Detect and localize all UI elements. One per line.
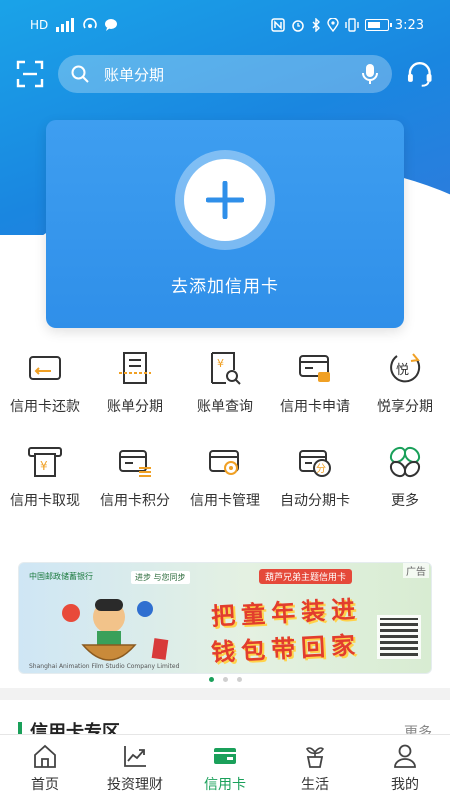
status-bar: HD 3:23 bbox=[0, 0, 450, 50]
4g-signal-icon bbox=[56, 18, 75, 32]
service-label: 信用卡还款 bbox=[10, 399, 80, 415]
service-card-apply[interactable]: 信用卡申请 bbox=[270, 350, 360, 416]
service-auto-installment[interactable]: 分 自动分期卡 bbox=[270, 444, 360, 510]
service-grid: 信用卡还款 账单分期 ¥ 账单查询 信用卡申请 悦 悦享分期 ¥ 信用卡取现 信… bbox=[0, 350, 450, 510]
status-time: 3:23 bbox=[394, 17, 424, 33]
pagination-dot[interactable] bbox=[208, 677, 214, 682]
tab-label: 我的 bbox=[391, 777, 419, 793]
promo-banner[interactable]: 广告 中国邮政储蓄银行 进步 与您同步 葫芦兄弟主题信用卡 把童年装进 钱包带回… bbox=[18, 562, 432, 674]
search-row: 账单分期 bbox=[0, 52, 450, 96]
qr-code bbox=[377, 615, 421, 659]
search-input[interactable]: 账单分期 bbox=[58, 55, 393, 93]
service-label: 信用卡取现 bbox=[10, 493, 80, 509]
auto-badge-text: 分 bbox=[316, 463, 326, 475]
service-more[interactable]: 更多 bbox=[360, 444, 450, 510]
tab-label: 首页 bbox=[31, 777, 59, 793]
service-label: 信用卡管理 bbox=[190, 493, 260, 509]
add-card-ring bbox=[175, 150, 275, 250]
card-manage-icon bbox=[209, 450, 239, 475]
yue-installment-icon: 悦 bbox=[390, 353, 421, 383]
vibrate-icon bbox=[345, 18, 359, 32]
tab-label: 投资理财 bbox=[107, 777, 163, 793]
tab-credit-card[interactable]: 信用卡 bbox=[180, 735, 270, 800]
section-divider bbox=[0, 688, 450, 700]
svg-text:¥: ¥ bbox=[40, 459, 48, 473]
service-card-points[interactable]: 信用卡积分 bbox=[90, 444, 180, 510]
service-yue-installment[interactable]: 悦 悦享分期 bbox=[360, 350, 450, 416]
service-cash-withdraw[interactable]: ¥ 信用卡取现 bbox=[0, 444, 90, 510]
service-label: 悦享分期 bbox=[377, 399, 433, 415]
service-bill-installment[interactable]: 账单分期 bbox=[90, 350, 180, 416]
bluetooth-icon bbox=[312, 18, 320, 32]
tab-label: 生活 bbox=[301, 777, 329, 793]
bill-query-icon: ¥ bbox=[211, 352, 241, 385]
pagination-dot[interactable] bbox=[222, 677, 228, 682]
card-repay-icon bbox=[29, 356, 61, 380]
service-card-manage[interactable]: 信用卡管理 bbox=[180, 444, 270, 510]
message-icon bbox=[105, 19, 118, 31]
svg-text:¥: ¥ bbox=[217, 357, 224, 370]
scan-icon[interactable] bbox=[16, 60, 44, 88]
more-grid-icon bbox=[389, 446, 421, 478]
alarm-icon bbox=[292, 20, 304, 32]
service-label: 信用卡申请 bbox=[280, 399, 350, 415]
hotspot-icon bbox=[83, 18, 98, 29]
battery-icon bbox=[364, 19, 392, 31]
add-card-panel[interactable]: 去添加信用卡 bbox=[46, 120, 404, 328]
auto-installment-icon: 分 bbox=[299, 450, 331, 477]
service-bill-query[interactable]: ¥ 账单查询 bbox=[180, 350, 270, 416]
search-icon bbox=[71, 65, 89, 83]
service-label: 更多 bbox=[391, 493, 419, 509]
plus-icon bbox=[206, 181, 244, 219]
bank-name: 中国邮政储蓄银行 bbox=[29, 572, 93, 581]
pagination-dot[interactable] bbox=[236, 677, 242, 682]
add-card-button[interactable] bbox=[184, 159, 266, 241]
section-accent-bar bbox=[18, 722, 22, 734]
section-title: 信用卡专区 bbox=[30, 722, 120, 734]
credit-card-section-header: 信用卡专区 更多 bbox=[0, 700, 450, 734]
banner-pagination bbox=[0, 677, 450, 682]
section-more-link[interactable]: 更多 bbox=[404, 722, 432, 734]
banner-headline-2: 钱包带回家 bbox=[210, 631, 362, 667]
microphone-icon[interactable] bbox=[360, 63, 380, 85]
bill-installment-icon bbox=[119, 352, 151, 384]
card-points-icon bbox=[119, 450, 151, 477]
location-icon bbox=[327, 18, 339, 32]
tab-investment[interactable]: 投资理财 bbox=[90, 735, 180, 800]
hot-air-balloon-illustration bbox=[62, 599, 169, 661]
cash-withdraw-icon: ¥ bbox=[28, 447, 62, 477]
status-left: HD bbox=[30, 18, 118, 32]
status-right: 3:23 bbox=[271, 18, 424, 33]
headset-icon[interactable] bbox=[406, 60, 434, 88]
service-label: 信用卡积分 bbox=[100, 493, 170, 509]
ad-tag: 广告 bbox=[403, 563, 429, 578]
search-placeholder: 账单分期 bbox=[104, 65, 165, 84]
user-icon bbox=[394, 744, 416, 768]
hd-icon: HD bbox=[30, 18, 49, 32]
service-label: 账单查询 bbox=[197, 399, 253, 415]
service-label: 自动分期卡 bbox=[280, 493, 350, 509]
service-card-repay[interactable]: 信用卡还款 bbox=[0, 350, 90, 416]
banner-credit: Shanghai Animation Film Studio Company L… bbox=[29, 663, 180, 670]
home-icon bbox=[34, 744, 56, 768]
service-label: 账单分期 bbox=[107, 399, 163, 415]
card-apply-icon bbox=[299, 355, 330, 382]
investment-chart-icon bbox=[124, 746, 146, 767]
tab-mine[interactable]: 我的 bbox=[360, 735, 450, 800]
tab-label: 信用卡 bbox=[204, 777, 246, 793]
tab-life[interactable]: 生活 bbox=[270, 735, 360, 800]
card-theme: 葫芦兄弟主题信用卡 bbox=[259, 569, 353, 584]
yue-badge-text: 悦 bbox=[396, 363, 409, 378]
plant-pot-icon bbox=[305, 747, 325, 768]
nfc-icon bbox=[271, 18, 285, 32]
credit-card-icon bbox=[214, 748, 236, 764]
bottom-tab-bar: 首页 投资理财 信用卡 生活 我的 bbox=[0, 734, 450, 800]
add-card-label: 去添加信用卡 bbox=[171, 277, 279, 297]
tab-home[interactable]: 首页 bbox=[0, 735, 90, 800]
